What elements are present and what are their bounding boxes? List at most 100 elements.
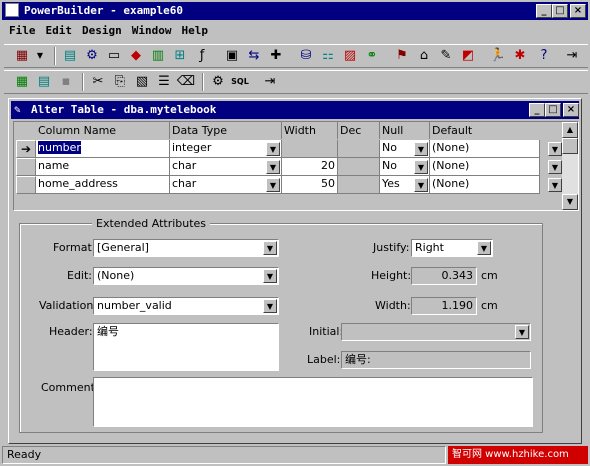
app-icon[interactable] [5, 3, 19, 17]
column-name-cell[interactable]: number [36, 140, 170, 158]
run-icon[interactable]: 🏃 [488, 45, 508, 65]
dropdown-arrow-icon[interactable]: ▼ [30, 45, 50, 65]
insert-column-icon[interactable]: ☰ [154, 71, 174, 91]
menu-icon[interactable]: ◆ [126, 45, 146, 65]
width-cell[interactable]: 20 [282, 158, 338, 176]
menu-window[interactable]: Window [127, 24, 177, 42]
data-type-dropdown-icon[interactable]: ▼ [266, 178, 280, 192]
null-dropdown-icon[interactable]: ▼ [414, 178, 428, 192]
row-indicator[interactable]: ➔ [16, 140, 36, 158]
data-type-dropdown-icon[interactable]: ▼ [266, 142, 280, 156]
edit-dropdown-icon[interactable]: ▼ [263, 269, 277, 283]
initial-dropdown-icon[interactable]: ▼ [515, 325, 529, 339]
sql-icon[interactable]: SQL [230, 71, 250, 91]
table-row[interactable]: name char ▼ 20 No ▼ (None) ▼ [14, 158, 562, 176]
edit-icon[interactable]: ✎ [436, 45, 456, 65]
scroll-up-icon[interactable]: ▲ [562, 122, 578, 138]
properties-icon[interactable]: ⚙ [208, 71, 228, 91]
header-width[interactable]: Width [282, 122, 338, 139]
menu-help[interactable]: Help [177, 24, 214, 42]
debug-icon[interactable]: ✱ [510, 45, 530, 65]
application-icon[interactable]: ⚙ [82, 45, 102, 65]
header-null[interactable]: Null [380, 122, 430, 139]
menu-design[interactable]: Design [77, 24, 127, 42]
database-icon[interactable]: ⛁ [296, 45, 316, 65]
width-cell[interactable]: 50 [282, 176, 338, 194]
dec-cell[interactable] [338, 158, 380, 176]
null-dropdown-icon[interactable]: ▼ [414, 142, 428, 156]
library-icon[interactable]: ▤ [60, 45, 80, 65]
header-dec[interactable]: Dec [338, 122, 380, 139]
grid-scrollbar[interactable]: ▲ ▼ [562, 122, 578, 210]
structure-icon[interactable]: ⊞ [170, 45, 190, 65]
help-icon[interactable]: ? [534, 45, 554, 65]
dec-cell[interactable] [338, 140, 380, 158]
label-field[interactable]: 编号: [341, 351, 531, 369]
query-icon[interactable]: ▣ [222, 45, 242, 65]
child-minimize-button[interactable]: _ [529, 103, 545, 117]
report-icon[interactable]: ▨ [340, 45, 360, 65]
initial-dropdown[interactable] [341, 323, 531, 341]
justify-dropdown-icon[interactable]: ▼ [477, 241, 491, 255]
datawindow-icon[interactable]: ▥ [148, 45, 168, 65]
default-dropdown-icon[interactable]: ▼ [548, 142, 562, 156]
width-field[interactable]: 1.190 [411, 297, 477, 315]
browser-icon[interactable]: ⌂ [414, 45, 434, 65]
project-icon[interactable]: ⚭ [362, 45, 382, 65]
paste-icon[interactable]: ▧ [132, 71, 152, 91]
pipeline-icon[interactable]: ⇆ [244, 45, 264, 65]
header-field[interactable]: 编号 [93, 323, 279, 371]
default-dropdown-icon[interactable]: ▼ [548, 178, 562, 192]
close-button[interactable]: × [570, 4, 586, 18]
header-column-name[interactable]: Column Name [36, 122, 170, 139]
cut-icon[interactable]: ✂ [88, 71, 108, 91]
table-row[interactable]: ➔ number integer ▼ No ▼ (None) ▼ [14, 140, 562, 158]
menu-file[interactable]: File [4, 24, 41, 42]
menu-edit[interactable]: Edit [41, 24, 78, 42]
null-dropdown-icon[interactable]: ▼ [414, 160, 428, 174]
default-cell[interactable]: (None) [430, 158, 540, 176]
comment-field[interactable] [93, 377, 533, 427]
library-painter-icon[interactable]: ⚑ [392, 45, 412, 65]
window-icon[interactable]: ▭ [104, 45, 124, 65]
header-data-type[interactable]: Data Type [170, 122, 282, 139]
copy-icon[interactable]: ⎘ [110, 71, 130, 91]
row-indicator[interactable] [16, 176, 36, 194]
default-cell[interactable]: (None) [430, 140, 540, 158]
height-field[interactable]: 0.343 [411, 267, 477, 285]
save-icon[interactable]: ▪ [56, 71, 76, 91]
new-table-icon[interactable]: ▦ [12, 71, 32, 91]
table-row[interactable]: home_address char ▼ 50 Yes ▼ (None) ▼ [14, 176, 562, 194]
minimize-button[interactable]: _ [536, 4, 552, 18]
painter-icon[interactable]: ▦ [12, 45, 32, 65]
color-icon[interactable]: ◩ [458, 45, 478, 65]
scroll-thumb[interactable] [562, 138, 578, 154]
database-profile-icon[interactable]: ⚏ [318, 45, 338, 65]
column-name-cell[interactable]: home_address [36, 176, 170, 194]
erase-icon[interactable]: ⌫ [176, 71, 196, 91]
data-type-dropdown-icon[interactable]: ▼ [266, 160, 280, 174]
format-dropdown-icon[interactable]: ▼ [263, 241, 277, 255]
edit-dropdown[interactable]: (None) [93, 267, 279, 285]
scroll-down-icon[interactable]: ▼ [562, 194, 578, 210]
row-indicator[interactable] [16, 158, 36, 176]
child-title-bar[interactable]: ✎ Alter Table - dba.mytelebook _ □ × [11, 101, 579, 119]
app-title-bar[interactable]: PowerBuilder - example60 _ □ × [2, 2, 588, 20]
column-name-cell[interactable]: name [36, 158, 170, 176]
maximize-button[interactable]: □ [552, 4, 568, 18]
validation-dropdown[interactable]: number_valid [93, 297, 279, 315]
default-dropdown-icon[interactable]: ▼ [548, 160, 562, 174]
open-table-icon[interactable]: ▤ [34, 71, 54, 91]
dec-cell[interactable] [338, 176, 380, 194]
default-cell[interactable]: (None) [430, 176, 540, 194]
child-close-button[interactable]: × [563, 103, 579, 117]
child-maximize-button[interactable]: □ [545, 103, 561, 117]
validation-dropdown-icon[interactable]: ▼ [263, 299, 277, 313]
user-object-icon[interactable]: ✚ [266, 45, 286, 65]
function-icon[interactable]: ƒ [192, 45, 212, 65]
format-dropdown[interactable]: [General] [93, 239, 279, 257]
width-cell[interactable] [282, 140, 338, 158]
exit-icon[interactable]: ⇥ [562, 45, 582, 65]
close-painter-icon[interactable]: ⇥ [260, 71, 280, 91]
header-default[interactable]: Default [430, 122, 562, 139]
